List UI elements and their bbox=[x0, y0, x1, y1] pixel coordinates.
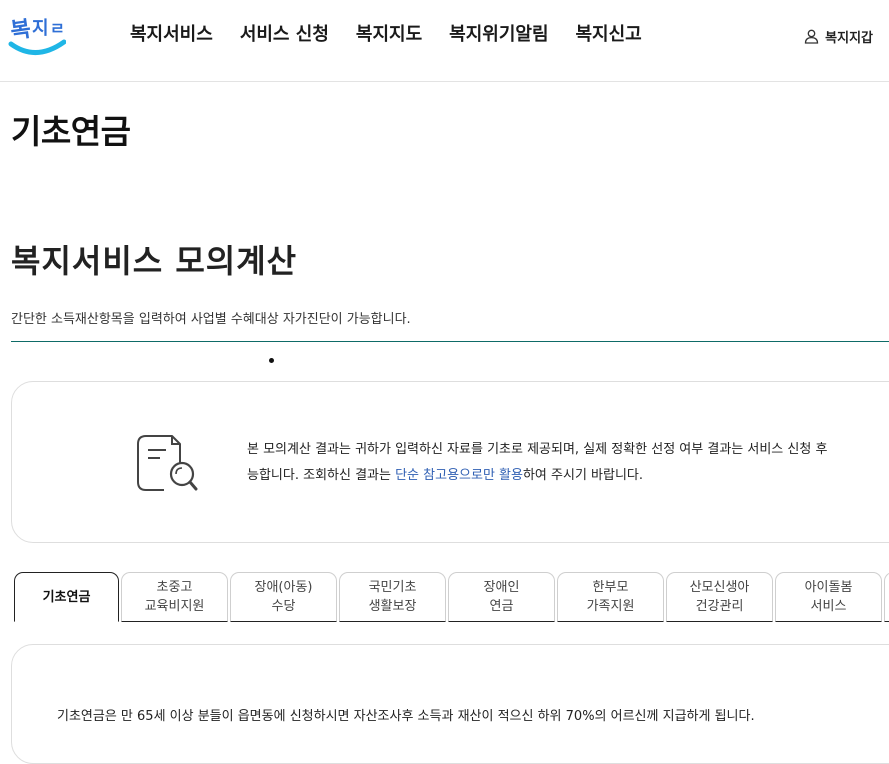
logo-mark: 복 지 ㄹ bbox=[8, 17, 67, 55]
tab-basic-livelihood[interactable]: 국민기초 생활보장 bbox=[339, 572, 446, 622]
tab-maternal-newborn-care[interactable]: 산모신생아 건강관리 bbox=[666, 572, 773, 622]
tab-basic-pension[interactable]: 기초연금 bbox=[14, 572, 119, 622]
tab-next-partial[interactable] bbox=[884, 572, 889, 622]
tab-disability-pension[interactable]: 장애인 연금 bbox=[448, 572, 555, 622]
nav-welfare-report[interactable]: 복지신고 bbox=[576, 20, 642, 46]
user-icon bbox=[805, 29, 819, 44]
tab-childcare-service[interactable]: 아이돌봄 서비스 bbox=[775, 572, 882, 622]
svg-text:지: 지 bbox=[32, 18, 49, 39]
site-logo[interactable]: 복 지 ㄹ bbox=[8, 6, 67, 58]
tab-content-text: 기초연금은 만 65세 이상 분들이 읍면동에 신청하시면 자산조사후 소득과 … bbox=[57, 709, 755, 724]
notice-line-2-pre: 능합니다. 조회하신 결과는 bbox=[247, 468, 396, 483]
site-header: 복 지 ㄹ 복지서비스 서비스 신청 복지지도 복지위기알림 복지신고 복지지갑 bbox=[0, 0, 889, 82]
nav-crisis-alert[interactable]: 복지위기알림 bbox=[449, 20, 548, 46]
notice-line-1: 본 모의계산 결과는 귀하가 입력하신 자료를 기초로 제공되며, 실제 정확한… bbox=[247, 442, 828, 457]
tab-disability-child-allowance[interactable]: 장애(아동) 수당 bbox=[230, 572, 337, 622]
welfare-wallet-link[interactable]: 복지지갑 bbox=[804, 27, 873, 46]
svg-text:복: 복 bbox=[9, 17, 33, 45]
section-intro: 간단한 소득재산항목을 입력하여 사업별 수혜대상 자가진단이 가능합니다. bbox=[11, 312, 411, 327]
list-bullet bbox=[269, 358, 274, 363]
notice-line-2: 능합니다. 조회하신 결과는 단순 참고용으로만 활용하여 주시기 바랍니다. bbox=[247, 463, 889, 489]
nav-service-apply[interactable]: 서비스 신청 bbox=[240, 20, 329, 46]
service-tabs: 기초연금 초중고 교육비지원 장애(아동) 수당 국민기초 생활보장 장애인 연… bbox=[14, 572, 889, 622]
tab-content-panel: 기초연금은 만 65세 이상 분들이 읍면동에 신청하시면 자산조사후 소득과 … bbox=[11, 644, 889, 764]
notice-line-2-post: 하여 주시기 바랍니다. bbox=[522, 468, 644, 483]
section-title: 복지서비스 모의계산 bbox=[11, 242, 298, 280]
document-search-icon bbox=[136, 432, 198, 498]
nav-welfare-service[interactable]: 복지서비스 bbox=[130, 20, 213, 46]
section-divider bbox=[11, 341, 889, 342]
nav-welfare-map[interactable]: 복지지도 bbox=[356, 20, 422, 46]
tab-school-education-support[interactable]: 초중고 교육비지원 bbox=[121, 572, 228, 622]
main-nav: 복지서비스 서비스 신청 복지지도 복지위기알림 복지신고 bbox=[130, 20, 669, 46]
wallet-label: 복지지갑 bbox=[825, 31, 873, 46]
notice-highlight: 단순 참고용으로만 활용 bbox=[395, 468, 523, 483]
notice-text: 본 모의계산 결과는 귀하가 입력하신 자료를 기초로 제공되며, 실제 정확한… bbox=[247, 437, 889, 489]
notice-box: 본 모의계산 결과는 귀하가 입력하신 자료를 기초로 제공되며, 실제 정확한… bbox=[11, 381, 889, 543]
svg-text:ㄹ: ㄹ bbox=[50, 19, 65, 38]
tab-single-parent-support[interactable]: 한부모 가족지원 bbox=[557, 572, 664, 622]
page-title: 기초연금 bbox=[11, 112, 131, 151]
